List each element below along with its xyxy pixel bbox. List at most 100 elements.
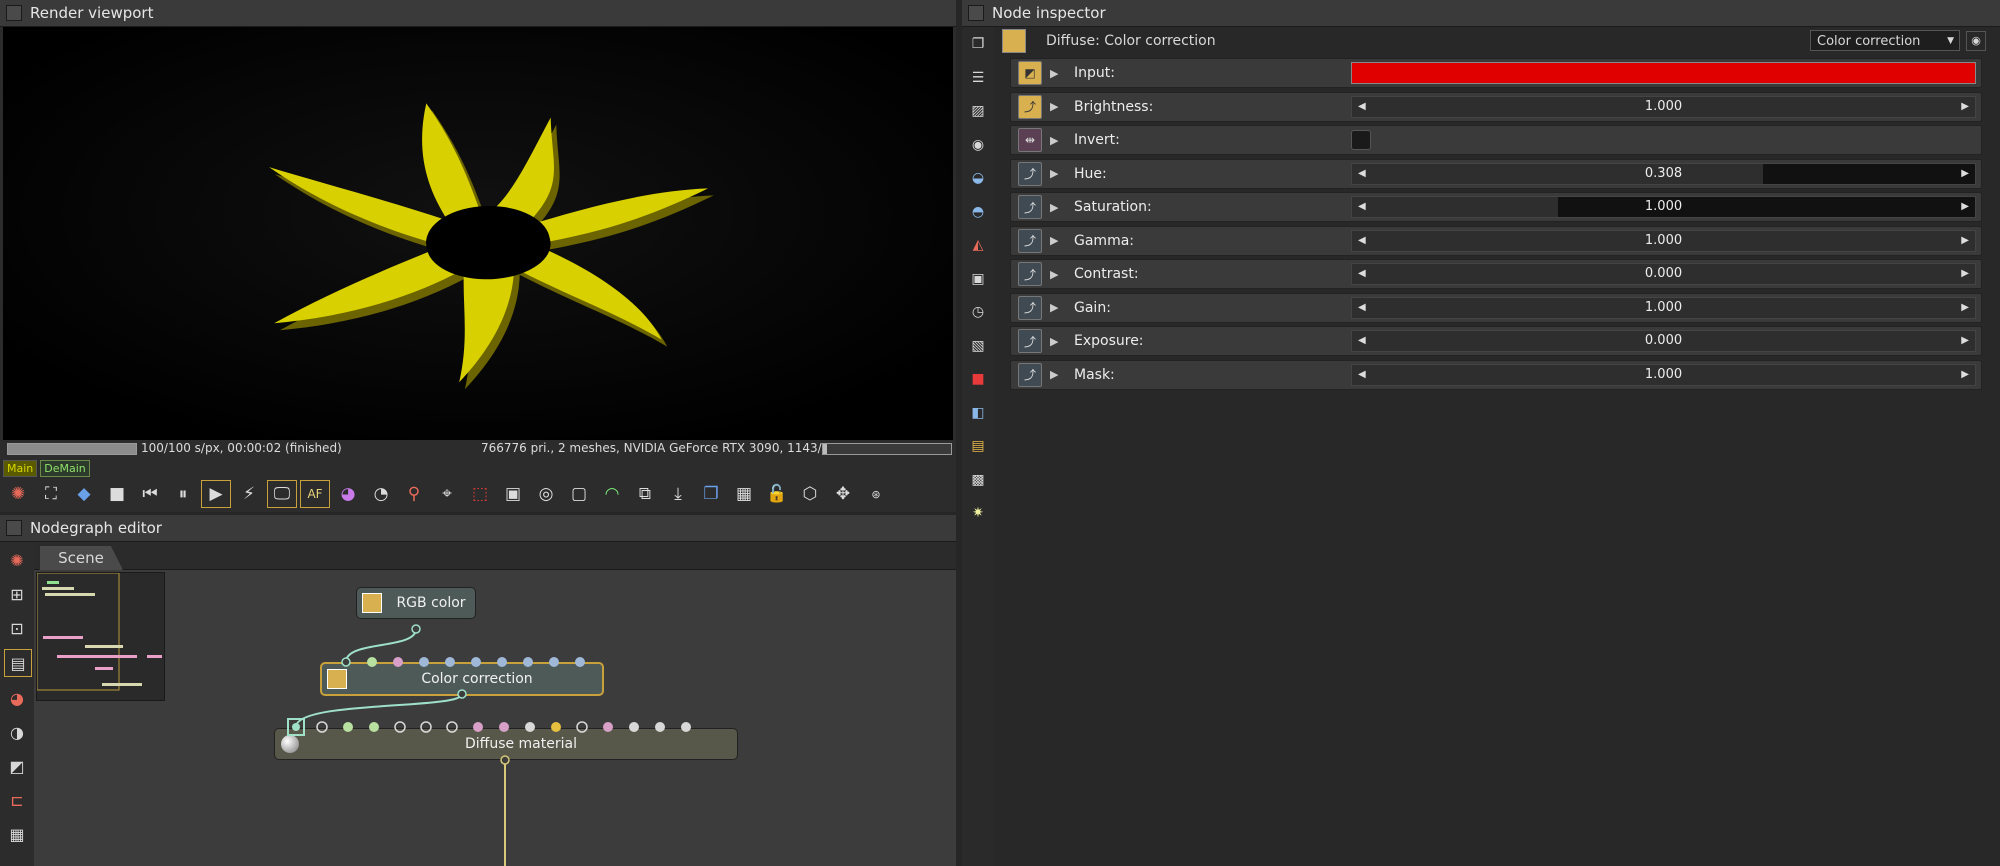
environment-icon[interactable]: ◒ [967, 167, 989, 189]
expand-arrow-icon[interactable]: ▶ [1050, 335, 1064, 348]
expand-arrow-icon[interactable]: ▶ [1050, 134, 1064, 147]
image-icon[interactable]: ▨ [967, 100, 989, 122]
magnet-icon[interactable]: ⊏ [4, 787, 30, 813]
layers-icon[interactable]: ❐ [696, 480, 726, 508]
move-icon[interactable]: ✥ [828, 480, 858, 508]
invert-checkbox[interactable] [1351, 130, 1371, 150]
play-icon[interactable]: ▶ [201, 480, 231, 508]
param-row: ⤴ ▶ Gamma: ◀ 1.000 ▶ [1010, 225, 1982, 256]
node-rgb-color[interactable]: RGB color [356, 587, 476, 619]
object-picker-icon[interactable]: ⚲ [399, 480, 429, 508]
eye-icon[interactable]: ◉ [1966, 31, 1986, 51]
param-slider[interactable]: ◀ 0.000 ▶ [1351, 263, 1976, 285]
cube-wire-icon[interactable]: ⬡ [795, 480, 825, 508]
panel-menu-icon[interactable] [6, 520, 22, 536]
picture-icon[interactable]: ▩ [967, 469, 989, 491]
panel-menu-icon[interactable] [6, 5, 22, 21]
param-slider[interactable]: ◀ 1.000 ▶ [1351, 296, 1976, 319]
expand-arrow-icon[interactable]: ▶ [1050, 301, 1064, 314]
scene-node-icon[interactable]: ▤ [4, 649, 32, 677]
tab-scene[interactable]: Scene [39, 545, 123, 570]
reset-view-icon[interactable]: ✺ [4, 547, 30, 573]
param-slider[interactable]: ◀ 1.000 ▶ [1351, 363, 1976, 386]
checker-icon[interactable]: ▦ [729, 480, 759, 508]
tag-main[interactable]: Main [3, 460, 38, 477]
arrange-nodes-icon[interactable]: ⊞ [4, 581, 30, 607]
param-slider[interactable]: ◀ 0.308 ▶ [1351, 162, 1976, 185]
save-icon[interactable]: ⤓ [663, 480, 693, 508]
gauge-icon[interactable]: ◠ [597, 480, 627, 508]
geometry-icon[interactable]: ◧ [967, 402, 989, 424]
increment-arrow-icon[interactable]: ▶ [1961, 164, 1969, 184]
lock-region-icon[interactable]: ▣ [498, 480, 528, 508]
clock-icon[interactable]: ◷ [967, 301, 989, 323]
reset-camera-icon[interactable]: ✺ [3, 480, 33, 508]
param-slider[interactable]: ◀ 1.000 ▶ [1351, 196, 1976, 218]
expand-arrow-icon[interactable]: ▶ [1050, 167, 1064, 180]
tag-demain[interactable]: DeMain [40, 460, 90, 477]
panel-menu-icon[interactable] [968, 5, 984, 21]
increment-arrow-icon[interactable]: ▶ [1961, 331, 1969, 351]
expand-arrow-icon[interactable]: ▶ [1050, 201, 1064, 214]
increment-arrow-icon[interactable]: ▶ [1961, 97, 1969, 117]
copy-icon[interactable]: ⧉ [630, 480, 660, 508]
kernel-icon[interactable]: ◭ [967, 234, 989, 256]
camera-target-icon[interactable]: ⌖ [432, 480, 462, 508]
light-icon[interactable]: ✷ [967, 502, 989, 524]
expand-arrow-icon[interactable]: ▶ [1050, 368, 1064, 381]
grid-icon[interactable]: ▦ [4, 821, 30, 847]
texture-node-icon[interactable]: ◩ [4, 753, 30, 779]
node-select-dropdown[interactable]: Color correction ▼ [1810, 30, 1960, 51]
material-picker-icon[interactable]: ◔ [366, 480, 396, 508]
crop-icon[interactable]: ⬚ [465, 480, 495, 508]
increment-arrow-icon[interactable]: ▶ [1961, 365, 1969, 385]
param-label: Input: [1074, 65, 1115, 81]
param-slider[interactable]: ◀ 1.000 ▶ [1351, 229, 1976, 252]
expand-arrow-icon[interactable]: ▶ [1050, 268, 1064, 281]
param-slider[interactable]: ◀ 1.000 ▶ [1351, 95, 1976, 118]
increment-arrow-icon[interactable]: ▶ [1961, 298, 1969, 318]
render-image[interactable] [3, 27, 953, 440]
folder-icon[interactable]: ▤ [967, 435, 989, 457]
render-progress-bar [7, 443, 137, 455]
nodegraph-editor-panel: Nodegraph editor ✺ ⊞ ⊡ ▤ ◕ ◑ ◩ ⊏ ▦ Scene [0, 515, 956, 866]
unlock-icon[interactable]: 🔓 [762, 480, 792, 508]
viewport-title: Render viewport [30, 4, 154, 22]
node-color-correction[interactable]: Color correction [320, 662, 604, 696]
collapse-icon[interactable]: ☰ [967, 67, 989, 89]
postprocess-icon[interactable]: ▧ [967, 335, 989, 357]
restart-icon[interactable]: ⏮ [135, 480, 165, 508]
param-slider[interactable]: ◀ 0.000 ▶ [1351, 330, 1976, 352]
region-render-icon[interactable]: ⛶ [36, 480, 66, 508]
frame-icon[interactable]: ▢ [564, 480, 594, 508]
imager-icon[interactable]: ▣ [967, 268, 989, 290]
sphere-node-icon[interactable]: ◑ [4, 719, 30, 745]
options-icon[interactable]: ⊛ [861, 480, 891, 508]
pause-icon[interactable]: ⏸ [168, 480, 198, 508]
lightning-icon[interactable]: ⚡ [234, 480, 264, 508]
input-color-swatch[interactable] [1351, 62, 1976, 84]
red-box-icon[interactable]: ■ [967, 368, 989, 390]
autofocus-icon[interactable]: AF [300, 480, 330, 508]
visible-env-icon[interactable]: ◓ [967, 201, 989, 223]
material-node-icon[interactable]: ◕ [4, 685, 30, 711]
node-diffuse-material[interactable]: Diffuse material [274, 728, 738, 760]
increment-arrow-icon[interactable]: ▶ [1961, 231, 1969, 251]
cube-color-icon[interactable]: ◆ [69, 480, 99, 508]
stop-icon[interactable]: ■ [102, 480, 132, 508]
param-value: 1.000 [1644, 366, 1683, 382]
param-row: ⤴ ▶ Brightness: ◀ 1.000 ▶ [1010, 91, 1982, 122]
increment-arrow-icon[interactable]: ▶ [1961, 264, 1969, 284]
display-icon[interactable]: 🖵 [267, 480, 297, 508]
expand-arrow-icon[interactable]: ▶ [1050, 100, 1064, 113]
expand-arrow-icon[interactable]: ▶ [1050, 67, 1064, 80]
color-picker-icon[interactable]: ◕ [333, 480, 363, 508]
group-nodes-icon[interactable]: ⊡ [4, 615, 30, 641]
camera-icon[interactable]: ◉ [967, 134, 989, 156]
increment-arrow-icon[interactable]: ▶ [1961, 197, 1969, 217]
param-type-icon: ⤴ [1018, 262, 1042, 286]
lens-icon[interactable]: ◎ [531, 480, 561, 508]
nodegraph-canvas[interactable]: RGB color Color correction Diffuse mater… [34, 570, 956, 866]
expand-arrow-icon[interactable]: ▶ [1050, 234, 1064, 247]
node-stack-icon[interactable]: ❐ [967, 33, 989, 55]
